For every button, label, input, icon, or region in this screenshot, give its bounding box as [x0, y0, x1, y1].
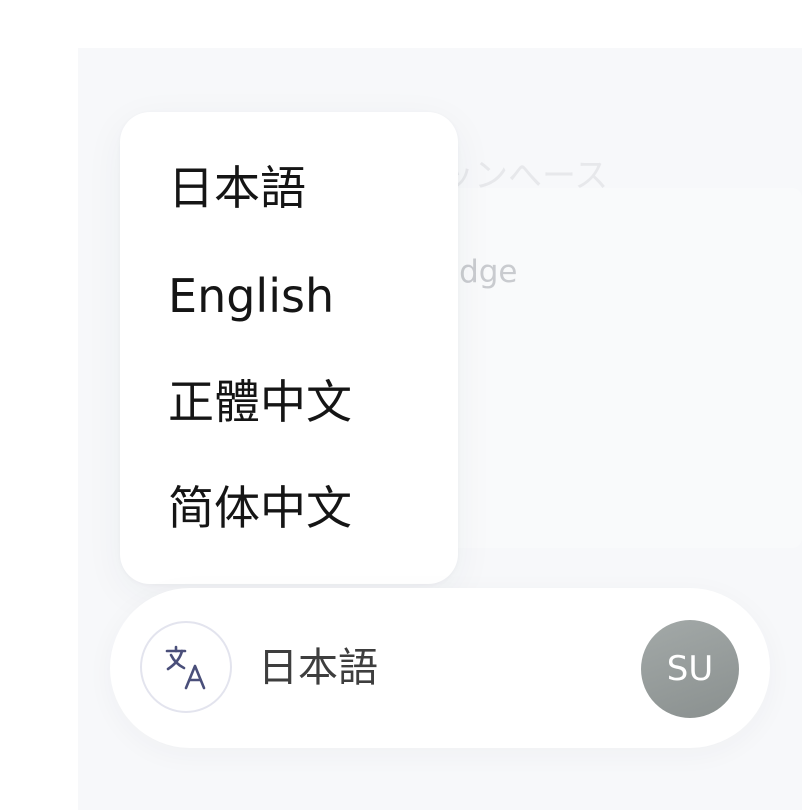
language-menu: 日本語 English 正體中文 简体中文	[120, 112, 458, 584]
app-screen: ッンへース edge 日本語 English 正體中文 简体中文 日本語 SU	[0, 0, 802, 810]
sidebar-footer: 日本語 SU	[110, 588, 770, 748]
translate-icon	[165, 645, 206, 690]
language-toggle-button[interactable]	[140, 621, 232, 713]
language-option-traditional-chinese[interactable]: 正體中文	[168, 362, 352, 442]
language-option-simplified-chinese[interactable]: 简体中文	[168, 468, 352, 548]
language-option-japanese[interactable]: 日本語	[168, 148, 306, 228]
language-option-english[interactable]: English	[168, 256, 334, 336]
current-language-label: 日本語	[258, 645, 378, 691]
background-card	[440, 188, 802, 548]
user-avatar[interactable]: SU	[641, 620, 739, 718]
